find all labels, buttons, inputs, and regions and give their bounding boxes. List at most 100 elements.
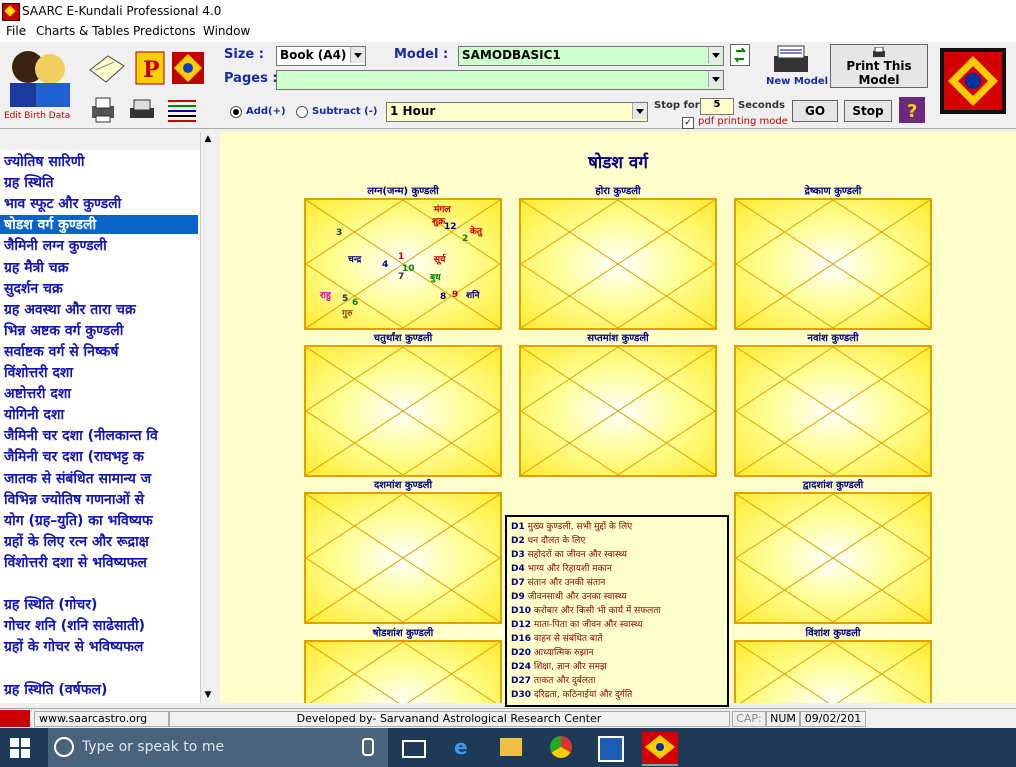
sidebar-item[interactable]: योगिनी दशा — [4, 405, 64, 424]
sidebar-item[interactable]: ग्रह स्थिति — [4, 173, 54, 192]
size-value: Book (A4) — [280, 48, 347, 62]
add-radio[interactable] — [230, 106, 242, 118]
help-book-icon[interactable]: ? — [896, 94, 928, 126]
sidebar-item[interactable]: ज्योतिष सारिणी — [4, 152, 85, 171]
edit-birth-data-label: Edit Birth Data — [4, 111, 71, 121]
task-view-icon[interactable] — [402, 740, 426, 758]
subtract-radio[interactable] — [296, 106, 308, 118]
sidebar-item[interactable]: ग्रहों के लिए रत्न और रूद्राक्ष — [4, 532, 149, 551]
legend-row: D10 करोबार और किसी भी कार्य में सफलता — [511, 603, 661, 616]
chart-mark: सूर्य — [434, 255, 446, 265]
list-icon[interactable] — [166, 96, 206, 136]
legend-row: D20 आध्यात्मिक रुझान — [511, 645, 594, 658]
legend-row: D30 दरिद्रता, कठिनाईयां और दुर्गति — [511, 687, 632, 700]
sidebar-item[interactable]: विभिन्न ज्योतिष गणनाओं से — [4, 490, 144, 509]
chart-mark: 2 — [462, 234, 469, 244]
subtract-label: Subtract (-) — [312, 106, 378, 117]
chevron-down-icon[interactable] — [708, 71, 723, 87]
edit-birth-data-button[interactable]: Edit Birth Data — [4, 45, 78, 121]
legend-code: D1 — [511, 522, 525, 532]
new-model-button[interactable]: New Model — [762, 44, 828, 88]
stop-button[interactable]: Stop — [844, 100, 892, 122]
sidebar-item[interactable]: गोचर शनि (शनि साढेसाती) — [4, 616, 145, 635]
sidebar-item[interactable]: ग्रह मैत्री चक्र — [4, 258, 68, 277]
interval-value: 1 Hour — [390, 104, 436, 118]
kundali-app-icon[interactable] — [642, 732, 678, 766]
chrome-icon[interactable] — [550, 736, 572, 758]
notes-icon[interactable] — [86, 50, 126, 90]
legend-code: D2 — [511, 536, 525, 546]
kundali-chart — [519, 345, 717, 477]
search-box[interactable]: Type or speak to me — [48, 728, 388, 767]
svg-text:?: ? — [907, 101, 917, 122]
menu-charts-tables[interactable]: Charts & Tables — [36, 24, 130, 38]
chart-title: द्वादशांश कुण्डली — [802, 480, 864, 491]
chevron-down-icon[interactable] — [708, 47, 723, 63]
app-icon — [2, 3, 20, 21]
p-book-icon[interactable]: P — [132, 50, 172, 90]
legend-text: भाग्य और रिहायशी मकान — [524, 564, 612, 574]
chart-mark: 3 — [336, 228, 343, 238]
menu-file[interactable]: File — [6, 24, 26, 38]
sidebar-item[interactable]: ग्रह अवस्था और तारा चक्र — [4, 300, 136, 319]
legend-code: D3 — [511, 550, 525, 560]
kundali-chart — [734, 492, 932, 624]
file-explorer-icon[interactable] — [500, 738, 522, 756]
kundali-chart — [304, 345, 502, 477]
legend-text: वाहन से संबंधित बातें — [531, 634, 603, 644]
chart-mark: 5 — [342, 294, 349, 304]
sidebar-item[interactable]: ग्रहों के गोचर से भविष्यफल — [4, 637, 143, 656]
chart-title: चतुर्थांश कुण्डली — [373, 333, 433, 344]
pdf-checkbox[interactable]: ✓ — [682, 117, 694, 129]
legend-text: माता-पिता का जीवन और स्वास्थ्य — [531, 620, 643, 630]
sidebar-scrollbar[interactable]: ▲ ▼ — [200, 132, 216, 703]
legend-text: जीवनसाथी और उनका स्वास्थ्य — [524, 592, 627, 602]
menu-window[interactable]: Window — [203, 24, 250, 38]
scroll-up-icon[interactable]: ▲ — [203, 134, 213, 144]
chart-mark: 6 — [352, 298, 359, 308]
scroll-down-icon[interactable]: ▼ — [203, 690, 213, 700]
chart-mark: बुध — [430, 273, 441, 283]
print-setup-icon[interactable] — [128, 96, 168, 136]
chevron-down-icon[interactable] — [350, 47, 365, 63]
go-button[interactable]: GO — [792, 100, 838, 122]
sidebar-item[interactable]: विंशोत्तरी दशा से भविष्यफल — [4, 553, 147, 572]
size-select[interactable]: Book (A4) — [276, 46, 366, 66]
sidebar-item[interactable]: भाव स्फूट और कुण्डली — [4, 194, 121, 213]
kundali-chart — [519, 198, 717, 330]
pages-select[interactable] — [276, 70, 724, 90]
microphone-icon[interactable] — [362, 738, 374, 756]
sidebar-item[interactable]: अष्टोत्तरी दशा — [4, 384, 71, 403]
refresh-icon[interactable] — [730, 44, 750, 66]
edge-icon[interactable]: e — [454, 736, 476, 758]
windows-start-icon[interactable] — [10, 738, 30, 758]
sidebar-item[interactable]: षोडश वर्ग कुण्डली — [0, 215, 198, 235]
add-label: Add(+) — [246, 106, 286, 117]
chevron-down-icon[interactable] — [632, 103, 647, 119]
legend-text: शिक्षा, ज्ञान और समझ — [531, 662, 607, 672]
menu-predictons[interactable]: Predictons — [133, 24, 196, 38]
sidebar-item[interactable]: भिन्न अष्टक वर्ग कुण्डली — [4, 321, 123, 340]
sidebar-item[interactable]: सुदर्शन चक्र — [4, 279, 63, 298]
sidebar-item[interactable]: ग्रह स्थिति (वर्षफल) — [4, 680, 107, 699]
sidebar-item[interactable]: सर्वाष्टक वर्ग से निष्कर्ष — [4, 342, 118, 361]
interval-select[interactable]: 1 Hour — [386, 102, 648, 122]
sidebar-item[interactable]: योग (ग्रह–युति) का भविष्यफ — [4, 511, 153, 530]
model-select[interactable]: SAMODBASIC1 — [458, 46, 724, 66]
sidebar-item[interactable]: ग्रह स्थिति (गोचर) — [4, 595, 97, 614]
kundali-chart — [734, 198, 932, 330]
legend-text: दरिद्रता, कठिनाईयां और दुर्गति — [531, 690, 633, 700]
chart-mark: चन्द्र — [348, 255, 362, 265]
sidebar-item[interactable]: जैमिनी लग्न कुण्डली — [4, 236, 107, 255]
kundali-chart: मंगल शुक्र केतु 3 12 2 चन्द्र 1 4 सूर्य 10 7 बुध राहु… — [304, 198, 502, 330]
app-window-icon[interactable] — [598, 736, 624, 762]
sidebar-item[interactable]: जैमिनी चर दशा (नीलकान्त वि — [4, 426, 158, 445]
sidebar-item[interactable]: जातक से संबंधित सामान्य ज — [4, 469, 151, 488]
print-this-model-button[interactable]: Print This Model — [830, 44, 928, 88]
legend-code: D10 — [511, 606, 531, 616]
printer-icon[interactable] — [88, 96, 128, 136]
stop-for-input[interactable]: 5 — [700, 98, 734, 115]
sidebar-item[interactable]: जैमिनी चर दशा (राघभट्ट क — [4, 447, 144, 466]
sidebar-item[interactable]: विंशोत्तरी दशा — [4, 363, 73, 382]
pattern-icon[interactable] — [170, 50, 210, 90]
